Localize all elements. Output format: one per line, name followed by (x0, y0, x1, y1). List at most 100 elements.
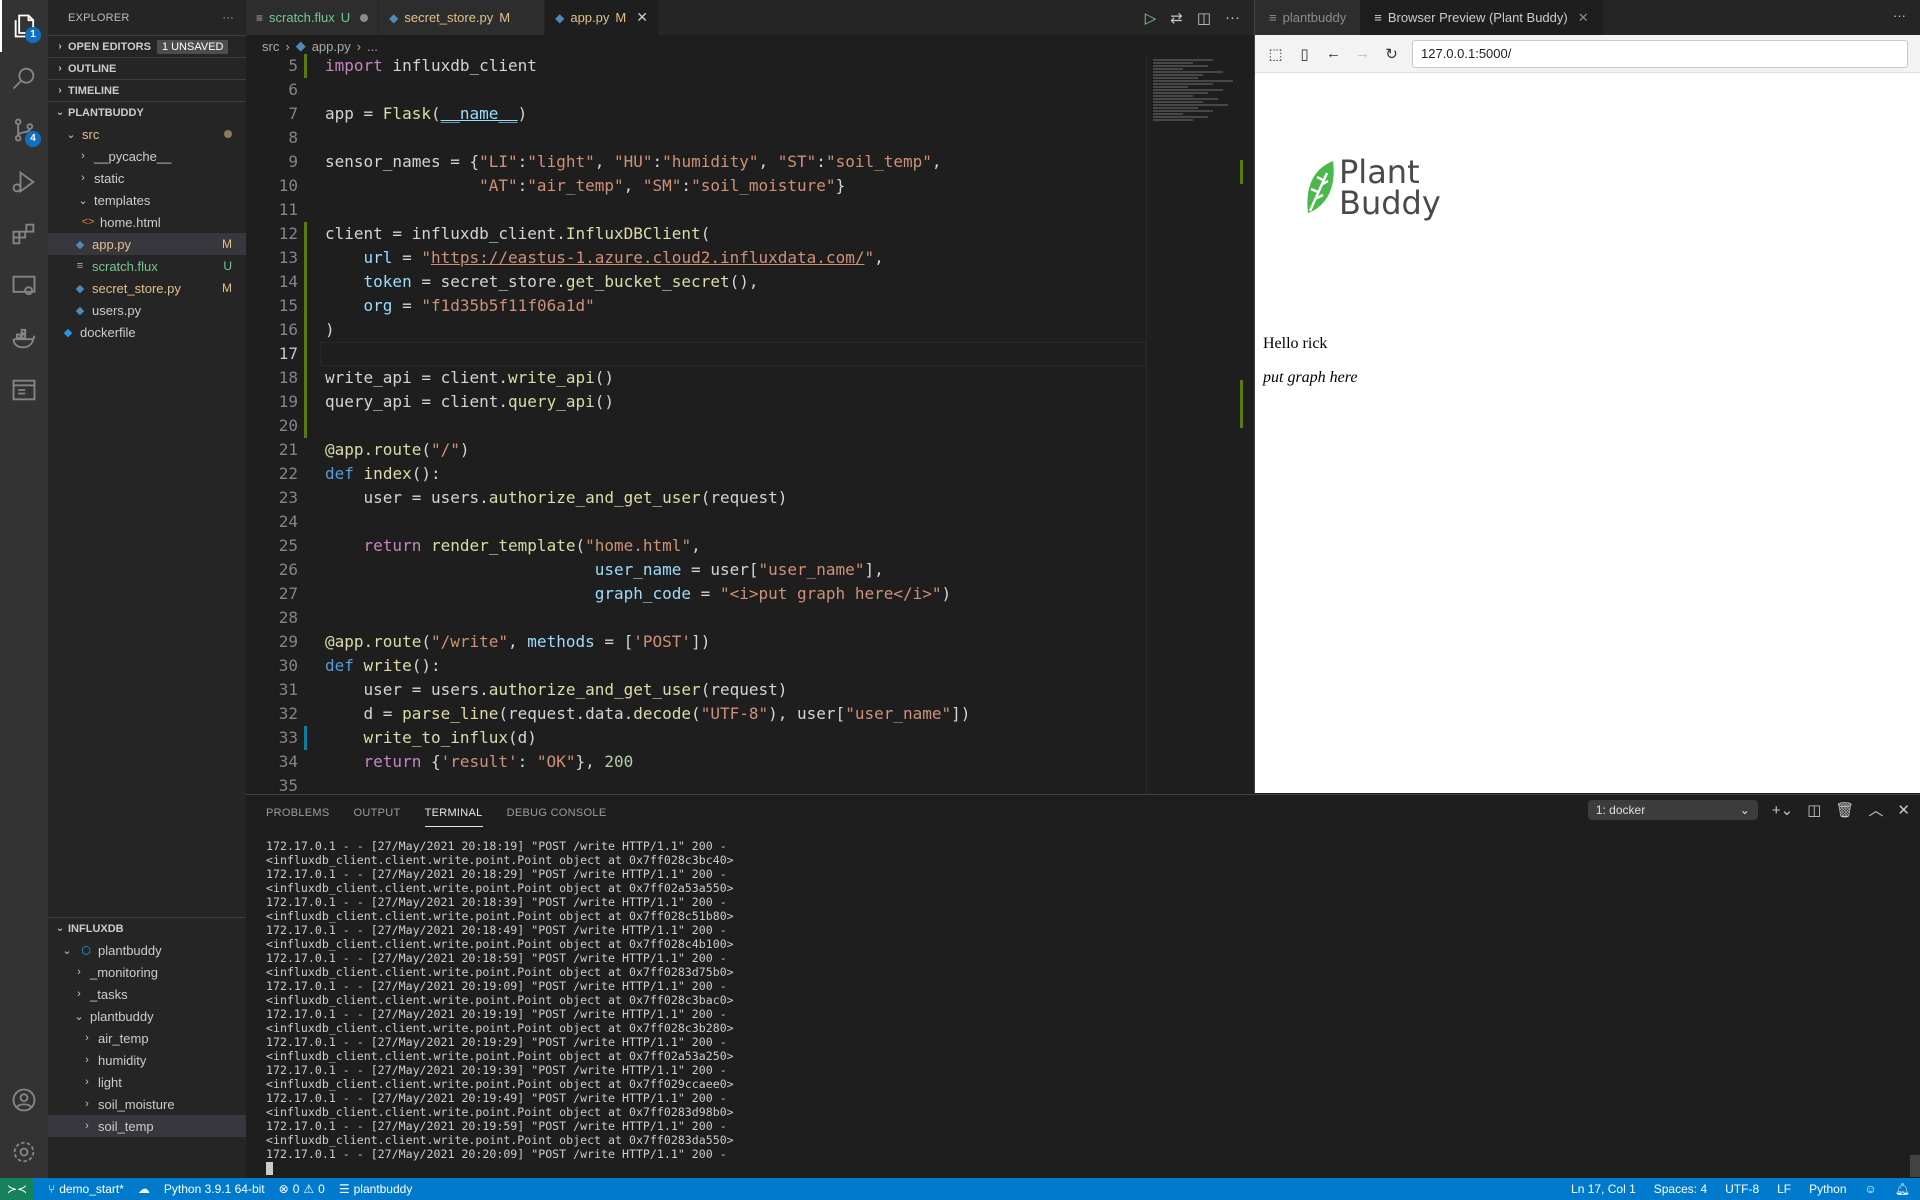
tree-folder-pycache[interactable]: › __pycache__ (48, 145, 246, 167)
cursor-position[interactable]: Ln 17, Col 1 (1571, 1182, 1636, 1196)
search-icon (12, 67, 35, 90)
unsaved-dot-icon[interactable] (360, 13, 369, 22)
influx-measurement-soil-moisture[interactable]: › soil_moisture (48, 1093, 246, 1115)
tab-secret-store-py[interactable]: ◆ secret_store.py M (379, 0, 546, 35)
tree-file-secret-store-py[interactable]: ◆ secret_store.py M (48, 277, 246, 299)
activity-explorer[interactable]: 1 (0, 0, 48, 52)
activity-accounts[interactable] (0, 1074, 48, 1126)
activity-search[interactable] (0, 52, 48, 104)
language-mode[interactable]: Python (1809, 1182, 1846, 1196)
influx-measurement-air-temp[interactable]: › air_temp (48, 1027, 246, 1049)
influx-bucket-plantbuddy[interactable]: ⌄ plantbuddy (48, 1005, 246, 1027)
minimap[interactable] (1146, 54, 1246, 794)
device-emulation-icon[interactable]: ▯ (1290, 40, 1319, 68)
more-actions-icon[interactable]: ··· (222, 12, 234, 24)
activity-run-debug[interactable] (0, 156, 48, 208)
section-timeline[interactable]: › TIMELINE (48, 79, 246, 101)
chevron-right-icon: › (85, 1032, 89, 1044)
terminal-scrollbar[interactable] (1910, 1155, 1920, 1177)
tab-problems[interactable]: PROBLEMS (266, 795, 330, 831)
tree-file-users-py[interactable]: ◆ users.py (48, 299, 246, 321)
code-text: "AT":"air_temp", "SM":"soil_moisture"} (479, 176, 846, 195)
python-interpreter[interactable]: Python 3.9.1 64-bit (164, 1182, 265, 1196)
workspace-indicator[interactable]: ☰ plantbuddy (339, 1182, 412, 1196)
tab-plantbuddy[interactable]: ≡ plantbuddy (1255, 0, 1361, 35)
url-input[interactable]: 127.0.0.1:5000/ (1412, 39, 1908, 68)
code-line: 16) (246, 318, 1146, 342)
tree-file-home-html[interactable]: <> home.html (48, 211, 246, 233)
close-icon[interactable]: ✕ (636, 9, 648, 26)
close-icon[interactable]: ✕ (1578, 10, 1589, 26)
breadcrumb-item[interactable]: app.py (312, 39, 351, 54)
sync-button[interactable]: ☁ (138, 1182, 150, 1196)
inspect-element-icon[interactable]: ⬚ (1261, 40, 1290, 68)
influx-bucket-tasks[interactable]: › _tasks (48, 983, 246, 1005)
tab-terminal[interactable]: TERMINAL (424, 795, 483, 831)
more-actions-icon[interactable]: ··· (1893, 8, 1906, 23)
influx-measurement-humidity[interactable]: › humidity (48, 1049, 246, 1071)
split-terminal-icon[interactable]: ◫ (1807, 801, 1821, 819)
activity-remote-explorer[interactable] (0, 260, 48, 312)
code-text: user_name = user["user_name"], (594, 560, 884, 579)
tree-file-app-py[interactable]: ◆ app.py M (48, 233, 246, 255)
code-editor[interactable]: 5 import influxdb_client 6 7 app = Flask(_… (246, 54, 1146, 794)
trash-icon[interactable]: 🗑︎ (1835, 801, 1854, 819)
problems-indicator[interactable]: ⊗ 0 ⚠ 0 (279, 1182, 325, 1196)
tree-folder-templates[interactable]: ⌄ templates (48, 189, 246, 211)
run-file-icon[interactable]: ▷ (1145, 9, 1157, 27)
code-line: 23 user = users.authorize_and_get_user(r… (246, 486, 1146, 510)
forward-arrow-icon[interactable]: → (1348, 40, 1377, 68)
influx-measurement-soil-temp[interactable]: › soil_temp (48, 1115, 246, 1137)
activity-browser-preview[interactable] (0, 364, 48, 416)
open-changes-icon[interactable]: ⇄ (1170, 9, 1183, 27)
reload-icon[interactable]: ↻ (1377, 40, 1406, 68)
git-branch[interactable]: ⑂ demo_start* (48, 1182, 124, 1196)
terminal-output[interactable]: 172.17.0.1 - - [27/May/2021 20:18:19] "P… (266, 839, 734, 1175)
influx-measurement-light[interactable]: › light (48, 1071, 246, 1093)
end-of-line[interactable]: LF (1777, 1182, 1791, 1196)
breadcrumb-item[interactable]: src (262, 39, 279, 54)
graph-placeholder: put graph here (1263, 369, 1358, 386)
close-panel-icon[interactable]: ✕ (1897, 801, 1910, 819)
line-number: 14 (278, 272, 298, 291)
section-label: TIMELINE (68, 84, 120, 97)
more-actions-icon[interactable]: ··· (1225, 9, 1240, 26)
section-plantbuddy[interactable]: ⌄ PLANTBUDDY (48, 101, 246, 123)
tree-folder-static[interactable]: › static (48, 167, 246, 189)
activity-source-control[interactable]: 4 (0, 104, 48, 156)
tree-label: plantbuddy (90, 1008, 154, 1024)
section-outline[interactable]: › OUTLINE (48, 57, 246, 79)
influx-connection[interactable]: ⌄ ⬡ plantbuddy (48, 939, 246, 961)
tab-browser-preview[interactable]: ≡ Browser Preview (Plant Buddy) ✕ (1360, 0, 1603, 35)
code-line: 24 (246, 510, 1146, 534)
tree-folder-src[interactable]: ⌄ src (48, 123, 246, 145)
new-terminal-icon[interactable]: +⌄ (1772, 801, 1793, 819)
section-influxdb[interactable]: ⌄ INFLUXDB (48, 917, 246, 939)
tab-output[interactable]: OUTPUT (354, 795, 401, 831)
maximize-panel-icon[interactable]: ︿ (1868, 799, 1883, 820)
encoding[interactable]: UTF-8 (1725, 1182, 1759, 1196)
back-arrow-icon[interactable]: ← (1319, 40, 1348, 68)
breadcrumb-item[interactable]: ... (367, 39, 378, 54)
tree-label: secret_store.py (92, 280, 181, 296)
influx-url-link[interactable]: https://eastus-1.azure.cloud2.influxdata… (431, 248, 864, 267)
tree-file-dockerfile[interactable]: ◆ dockerfile (48, 321, 246, 343)
remote-explorer-icon (12, 275, 36, 296)
activity-docker[interactable] (0, 312, 48, 364)
split-editor-icon[interactable]: ◫ (1197, 9, 1211, 27)
tab-scratch-flux[interactable]: ≡ scratch.flux U (246, 0, 380, 35)
remote-indicator-icon[interactable]: ≻≺ (0, 1178, 34, 1200)
tab-app-py[interactable]: ◆ app.py M ✕ (545, 0, 659, 35)
terminal-select[interactable]: 1: docker ⌄ (1587, 799, 1758, 820)
tab-debug-console[interactable]: DEBUG CONSOLE (507, 795, 607, 831)
activity-manage[interactable] (0, 1126, 48, 1178)
activity-extensions[interactable] (0, 208, 48, 260)
section-open-editors[interactable]: › OPEN EDITORS 1 UNSAVED (48, 35, 246, 57)
feedback-icon[interactable]: ☺ (1865, 1182, 1877, 1196)
code-line: 28 (246, 606, 1146, 630)
indentation[interactable]: Spaces: 4 (1654, 1182, 1707, 1196)
python-file-icon: ◆ (75, 238, 85, 251)
influx-bucket-monitoring[interactable]: › _monitoring (48, 961, 246, 983)
notifications-bell-icon[interactable]: 🔔︎ (1895, 1182, 1910, 1196)
tree-file-scratch-flux[interactable]: ≡ scratch.flux U (48, 255, 246, 277)
